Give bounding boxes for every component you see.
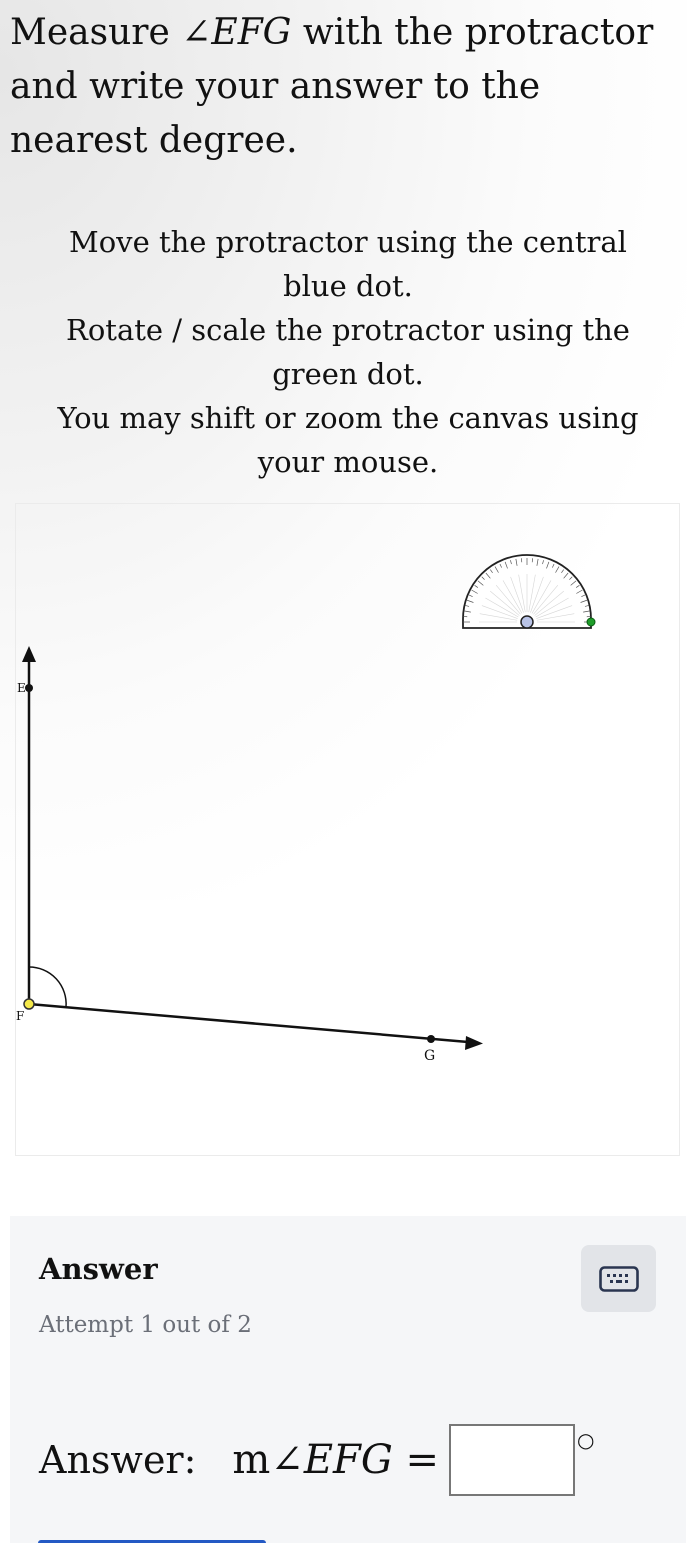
ray-fg bbox=[28, 1002, 469, 1044]
ray-fg-arrowhead bbox=[465, 1036, 483, 1050]
degree-symbol: ○ bbox=[577, 1428, 595, 1452]
keyboard-icon bbox=[598, 1265, 639, 1292]
geometry-canvas[interactable]: E F G bbox=[15, 503, 680, 1156]
angle-symbol: ∠ bbox=[181, 12, 212, 53]
angle-arc bbox=[28, 966, 67, 1008]
answer-expression: m∠EFG = bbox=[232, 1437, 439, 1483]
protractor-rotate-handle[interactable] bbox=[586, 617, 596, 627]
label-g: G bbox=[424, 1048, 435, 1064]
answer-panel: Answer Attempt 1 out of 2 Answer: m∠EFG … bbox=[10, 1216, 686, 1543]
point-e-dot[interactable] bbox=[25, 684, 33, 692]
point-g-dot[interactable] bbox=[427, 1035, 435, 1043]
answer-label: Answer: bbox=[39, 1438, 197, 1482]
question-text: Measure ∠EFG with the protractor and wri… bbox=[10, 12, 654, 161]
label-f: F bbox=[16, 1009, 24, 1023]
answer-title: Answer bbox=[39, 1252, 158, 1286]
protractor-center-dot[interactable] bbox=[520, 615, 534, 629]
instruction-move: Move the protractor using the central bl… bbox=[69, 225, 627, 303]
angle-name: EFG bbox=[211, 12, 292, 53]
instruction-zoom: You may shift or zoom the canvas using y… bbox=[57, 401, 639, 479]
keyboard-toggle-button[interactable] bbox=[581, 1245, 656, 1312]
angle-answer-input[interactable] bbox=[449, 1424, 575, 1496]
attempt-counter: Attempt 1 out of 2 bbox=[39, 1312, 252, 1338]
protractor[interactable] bbox=[462, 554, 596, 629]
geometry-svg[interactable]: E F G bbox=[16, 504, 680, 1156]
vertex-f-dot[interactable] bbox=[23, 998, 35, 1010]
instruction-rotate: Rotate / scale the protractor using the … bbox=[66, 313, 630, 391]
label-e: E bbox=[17, 681, 26, 695]
instructions: Move the protractor using the central bl… bbox=[48, 220, 648, 484]
answer-row: Answer: m∠EFG = ○ bbox=[39, 1422, 659, 1498]
ray-fe-arrowhead bbox=[22, 646, 36, 662]
